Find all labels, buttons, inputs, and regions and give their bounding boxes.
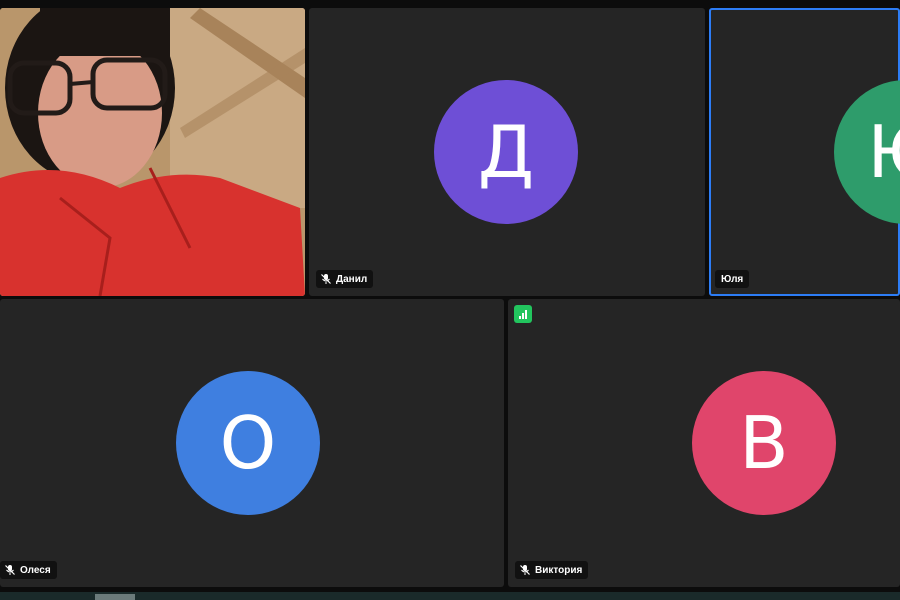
name-tag: Виктория xyxy=(515,561,589,579)
participant-avatar: Ю xyxy=(834,80,900,224)
self-video-tile[interactable] xyxy=(0,8,305,296)
participant-tile[interactable]: Ю Юля xyxy=(709,8,900,296)
mic-off-icon xyxy=(321,274,331,284)
participant-name: Виктория xyxy=(535,564,583,576)
participant-name: Данил xyxy=(336,273,368,285)
bottom-toolbar xyxy=(0,592,900,600)
participant-avatar: О xyxy=(176,371,320,515)
avatar-initial: В xyxy=(739,401,789,485)
participant-tile[interactable]: В Виктория xyxy=(508,299,900,587)
avatar-initial: О xyxy=(219,401,277,485)
self-video-feed xyxy=(0,8,305,296)
name-tag: Данил xyxy=(316,270,374,288)
name-tag: Олеся xyxy=(0,561,57,579)
name-tag: Юля xyxy=(715,270,750,288)
participant-tile[interactable]: О Олеся xyxy=(0,299,504,587)
scrollbar-thumb[interactable] xyxy=(95,594,135,600)
participant-tile[interactable]: Д Данил xyxy=(309,8,705,296)
avatar-initial: Ю xyxy=(867,110,900,194)
participant-name: Юля xyxy=(721,273,744,285)
participant-avatar: Д xyxy=(434,80,578,224)
mic-off-icon xyxy=(5,565,15,575)
network-signal-icon xyxy=(514,305,532,323)
avatar-initial: Д xyxy=(477,110,535,194)
participant-name: Олеся xyxy=(20,564,51,576)
mic-off-icon xyxy=(520,565,530,575)
participant-avatar: В xyxy=(692,371,836,515)
